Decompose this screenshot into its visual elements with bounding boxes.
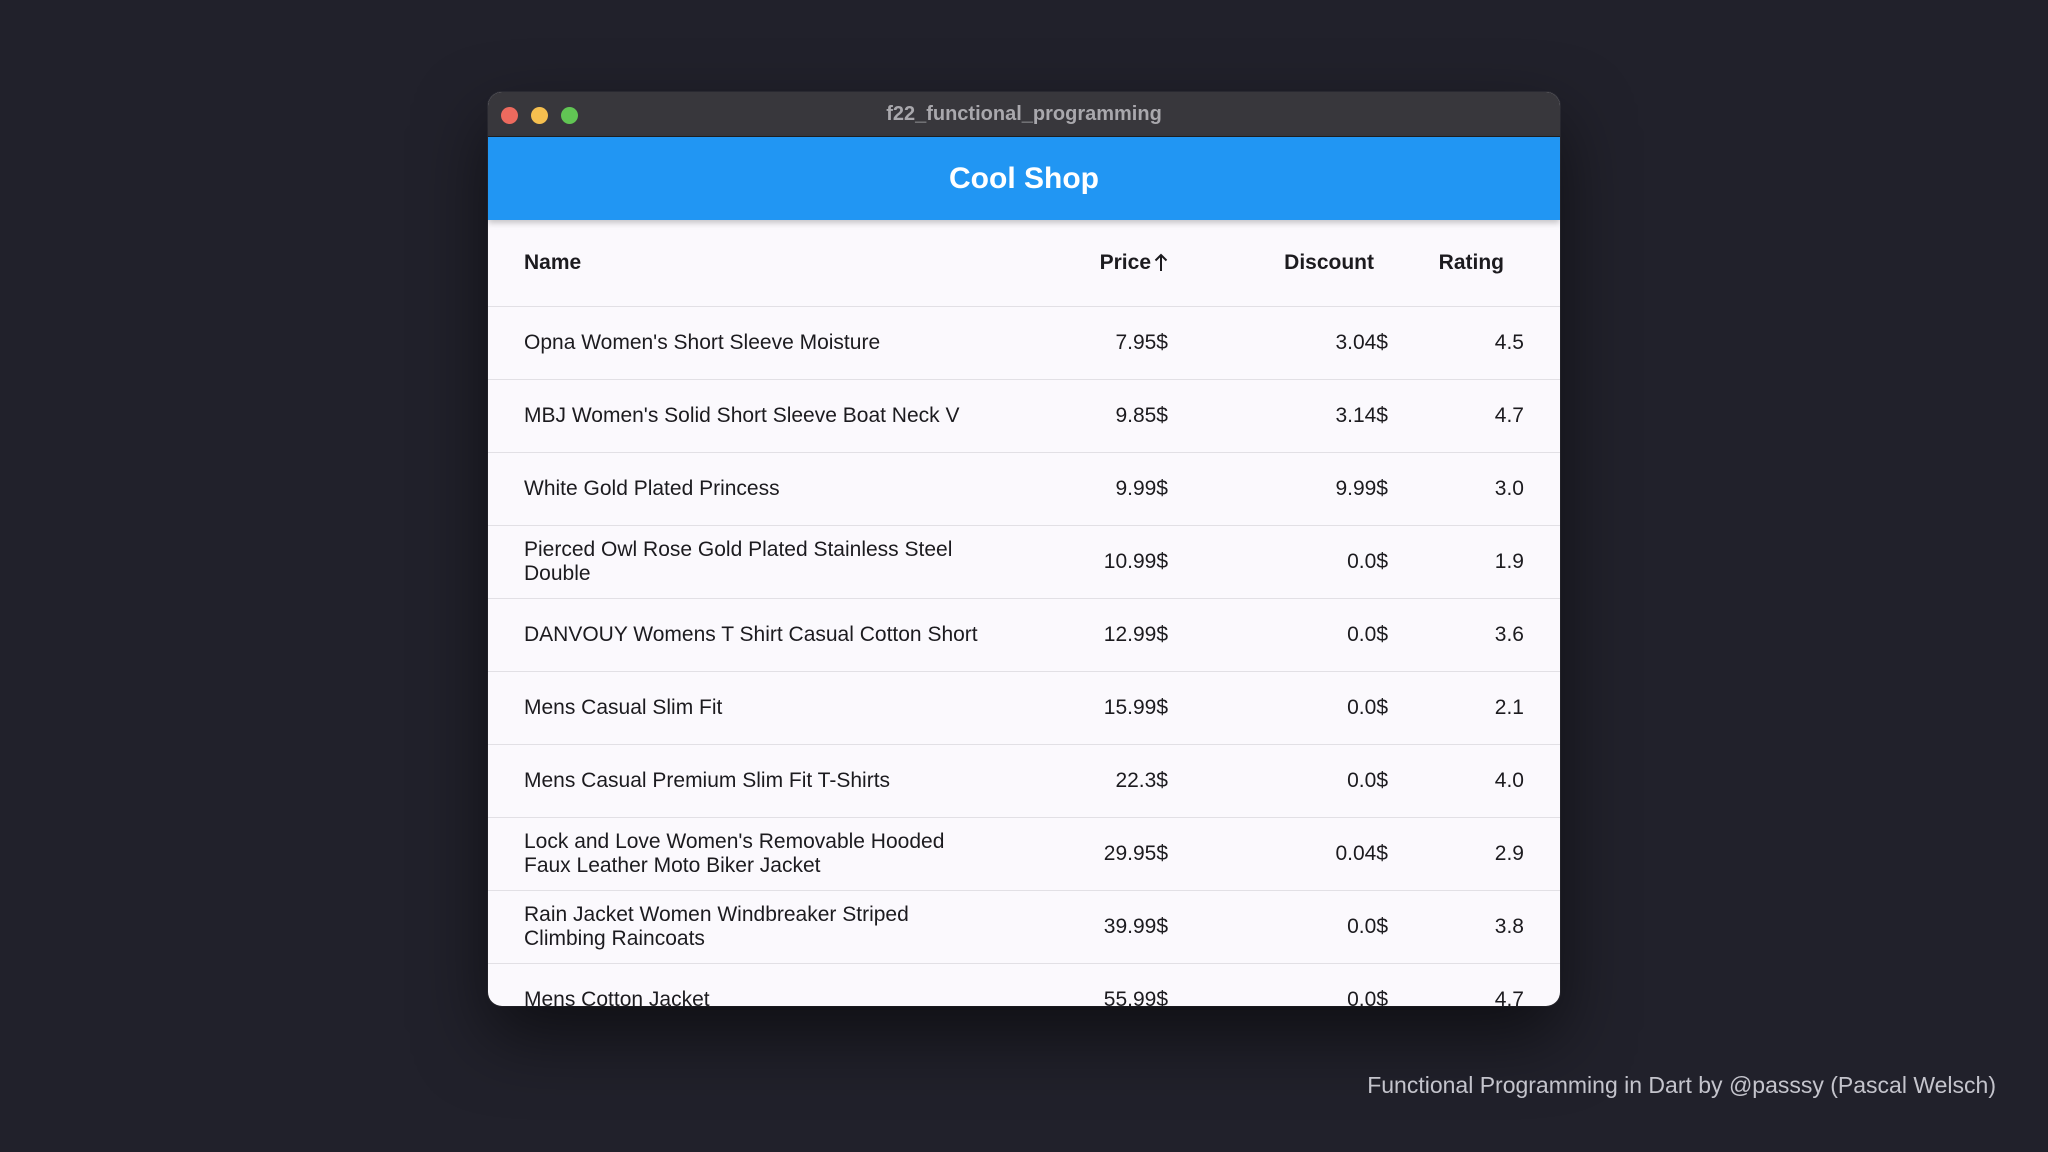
cell-discount: 0.04$ [1335, 842, 1388, 865]
table-row[interactable]: Mens Casual Slim Fit 15.99$ 0.0$ 2.1 [488, 672, 1560, 745]
cell-price: 9.99$ [1115, 477, 1168, 500]
cell-price: 15.99$ [1103, 696, 1168, 719]
cell-name: Rain Jacket Women Windbreaker Striped Cl… [524, 903, 909, 950]
cell-rating: 4.0 [1494, 769, 1524, 792]
cell-name: White Gold Plated Princess [524, 477, 780, 500]
products-table: Name Price Discount Rating Opna Women's … [488, 220, 1560, 1006]
column-header-discount[interactable]: Discount [1178, 220, 1374, 306]
cell-discount: 3.04$ [1335, 331, 1388, 354]
cell-rating: 3.6 [1494, 623, 1524, 646]
arrow-up-icon [1154, 253, 1168, 273]
cell-price: 12.99$ [1103, 623, 1168, 646]
cell-name: DANVOUY Womens T Shirt Casual Cotton Sho… [524, 623, 978, 646]
column-header-price[interactable]: Price [998, 220, 1168, 306]
title-bar[interactable]: f22_functional_programming [488, 92, 1560, 137]
cell-price: 22.3$ [1115, 769, 1168, 792]
cell-rating: 4.7 [1494, 404, 1524, 427]
app-window: f22_functional_programming Cool Shop Nam… [488, 92, 1560, 1006]
column-header-name[interactable]: Name [524, 220, 994, 306]
cell-price: 55.99$ [1103, 988, 1168, 1006]
app-bar: Cool Shop [488, 137, 1560, 220]
cell-discount: 0.0$ [1347, 623, 1388, 646]
table-row[interactable]: White Gold Plated Princess 9.99$ 9.99$ 3… [488, 453, 1560, 526]
cell-rating: 3.0 [1494, 477, 1524, 500]
cell-discount: 0.0$ [1347, 915, 1388, 938]
cell-name: Mens Casual Slim Fit [524, 696, 723, 719]
table-header-row: Name Price Discount Rating [488, 220, 1560, 307]
cell-discount: 3.14$ [1335, 404, 1388, 427]
table-row[interactable]: Rain Jacket Women Windbreaker Striped Cl… [488, 891, 1560, 964]
table-row[interactable]: Mens Casual Premium Slim Fit T-Shirts 22… [488, 745, 1560, 818]
cell-rating: 4.5 [1494, 331, 1524, 354]
table-row[interactable]: Opna Women's Short Sleeve Moisture 7.95$… [488, 307, 1560, 380]
cell-price: 10.99$ [1103, 550, 1168, 573]
cell-discount: 0.0$ [1347, 696, 1388, 719]
cell-rating: 1.9 [1494, 550, 1524, 573]
cell-name: Opna Women's Short Sleeve Moisture [524, 331, 881, 354]
cell-rating: 3.8 [1494, 915, 1524, 938]
cell-discount: 0.0$ [1347, 988, 1388, 1006]
cell-price: 39.99$ [1103, 915, 1168, 938]
cell-name: Mens Casual Premium Slim Fit T-Shirts [524, 769, 891, 792]
cell-discount: 9.99$ [1335, 477, 1388, 500]
column-header-label: Rating [1438, 251, 1504, 274]
table-row[interactable]: DANVOUY Womens T Shirt Casual Cotton Sho… [488, 599, 1560, 672]
table-row[interactable]: Mens Cotton Jacket 55.99$ 0.0$ 4.7 [488, 964, 1560, 1006]
cell-name: MBJ Women's Solid Short Sleeve Boat Neck… [524, 404, 960, 427]
window-title: f22_functional_programming [886, 103, 1162, 125]
cell-name: Mens Cotton Jacket [524, 988, 710, 1006]
column-header-label: Discount [1284, 251, 1374, 274]
cell-price: 9.85$ [1115, 404, 1168, 427]
cell-price: 7.95$ [1115, 331, 1168, 354]
table-row[interactable]: Pierced Owl Rose Gold Plated Stainless S… [488, 526, 1560, 599]
cell-price: 29.95$ [1103, 842, 1168, 865]
cell-rating: 4.7 [1494, 988, 1524, 1006]
cell-discount: 0.0$ [1347, 769, 1388, 792]
cell-name: Pierced Owl Rose Gold Plated Stainless S… [524, 538, 953, 585]
cell-name: Lock and Love Women's Removable Hooded F… [524, 830, 945, 877]
table-row[interactable]: MBJ Women's Solid Short Sleeve Boat Neck… [488, 380, 1560, 453]
column-header-rating[interactable]: Rating [1398, 220, 1504, 306]
table-row[interactable]: Lock and Love Women's Removable Hooded F… [488, 818, 1560, 891]
slide-caption: Functional Programming in Dart by @passs… [1367, 1072, 1996, 1098]
column-header-label: Price [1099, 251, 1151, 274]
app-title: Cool Shop [949, 162, 1099, 195]
cell-rating: 2.9 [1494, 842, 1524, 865]
cell-rating: 2.1 [1494, 696, 1524, 719]
cell-discount: 0.0$ [1347, 550, 1388, 573]
column-header-label: Name [524, 251, 582, 274]
